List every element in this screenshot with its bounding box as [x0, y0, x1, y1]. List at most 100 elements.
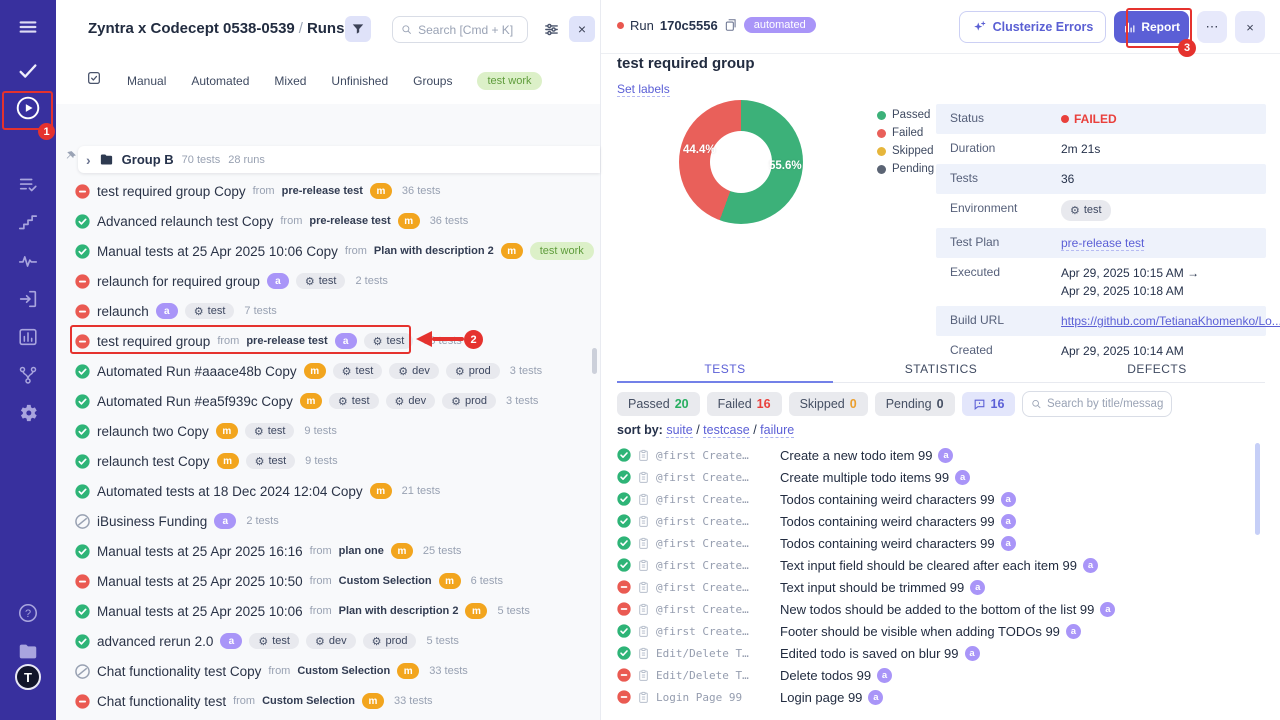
sort-by-testcase[interactable]: testcase — [703, 423, 750, 438]
select-runs-icon[interactable] — [86, 70, 102, 91]
tab-defects[interactable]: DEFECTS — [1049, 357, 1265, 382]
plan-name[interactable]: Plan with description 2 — [374, 245, 494, 257]
test-plan-link[interactable]: pre-release test — [1061, 236, 1144, 251]
sort-by-suite[interactable]: suite — [666, 423, 692, 438]
build-url-link[interactable]: https://github.com/TetianaKhomenko/Lo... — [1061, 314, 1280, 328]
more-button[interactable]: ⋯ — [1197, 11, 1227, 43]
tab-groups[interactable]: Groups — [413, 74, 452, 88]
run-list-item[interactable]: Automated Run #aaace48b Copym⚙test⚙dev⚙p… — [56, 356, 600, 386]
status-passed-icon — [617, 492, 631, 506]
test-list-item[interactable]: @first Create…Create multiple todo items… — [617, 466, 1257, 488]
run-list-item[interactable]: Automated Run #ea5f939c Copym⚙test⚙dev⚙p… — [56, 386, 600, 416]
close-details-button[interactable]: × — [1235, 11, 1265, 43]
plan-name[interactable]: pre-release test — [309, 215, 390, 227]
run-list-item[interactable]: relaunch test Copym⚙test9 tests — [56, 446, 600, 476]
status-failed-icon — [617, 602, 631, 616]
plan-name[interactable]: Plan with description 2 — [339, 605, 459, 617]
run-list-item[interactable]: Chat functionality test CopyfromCustom S… — [56, 656, 600, 686]
plan-name[interactable]: plan one — [339, 545, 384, 557]
environment-chip[interactable]: ⚙test — [249, 633, 299, 649]
tab-statistics[interactable]: STATISTICS — [833, 357, 1049, 382]
environment-chip[interactable]: ⚙test — [185, 303, 235, 319]
environment-chip[interactable]: ⚙prod — [363, 633, 417, 649]
sidebar-item-tests[interactable] — [0, 58, 56, 88]
test-list-item[interactable]: Edit/Delete T…Edited todo is saved on bl… — [617, 642, 1257, 664]
chip-failed[interactable]: Failed 16 — [707, 392, 782, 416]
run-list-item[interactable]: Chat functionality testfromCustom Select… — [56, 686, 600, 716]
clusterize-errors-button[interactable]: Clusterize Errors — [959, 11, 1107, 43]
sidebar-item-reports[interactable] — [0, 324, 56, 354]
chip-skipped[interactable]: Skipped 0 — [789, 392, 868, 416]
tab-tests[interactable]: TESTS — [617, 357, 833, 382]
user-avatar[interactable]: T — [0, 662, 56, 692]
scrollbar-thumb[interactable] — [1255, 443, 1260, 535]
test-list-item[interactable]: Edit/Delete T…Delete todos 99a — [617, 664, 1257, 686]
test-list-item[interactable]: @first Create…Footer should be visible w… — [617, 620, 1257, 642]
sidebar-item-help[interactable]: ? — [0, 600, 56, 630]
set-labels-link[interactable]: Set labels — [617, 82, 670, 97]
run-list-item[interactable]: relaunch two Copym⚙test9 tests — [56, 416, 600, 446]
environment-chip[interactable]: ⚙prod — [442, 393, 496, 409]
sidebar-item-steps[interactable] — [0, 210, 56, 240]
run-list-item[interactable]: Advanced relaunch test Copyfrompre-relea… — [56, 206, 600, 236]
plan-name[interactable]: Custom Selection — [297, 665, 390, 677]
run-list-item[interactable]: Manual tests at 25 Apr 2025 10:06 Copyfr… — [56, 236, 600, 266]
run-list-item[interactable]: Manual tests at 25 Apr 2025 16:16frompla… — [56, 536, 600, 566]
tests-search-input[interactable] — [1047, 398, 1163, 410]
environment-chip[interactable]: ⚙test — [333, 363, 383, 379]
copy-icon[interactable] — [724, 18, 738, 32]
chip-pending[interactable]: Pending 0 — [875, 392, 955, 416]
run-list-item[interactable]: test required group Copyfrompre-release … — [56, 176, 600, 206]
test-list-item[interactable]: @first Create…Todos containing weird cha… — [617, 532, 1257, 554]
run-list-item[interactable]: iBusiness Fundinga2 tests — [56, 506, 600, 536]
filter-button[interactable] — [345, 16, 371, 42]
plan-name[interactable]: pre-release test — [282, 185, 363, 197]
environment-chip[interactable]: ⚙test — [1061, 200, 1111, 221]
tab-automated[interactable]: Automated — [191, 74, 249, 88]
scrollbar-thumb[interactable] — [592, 348, 597, 374]
plan-name[interactable]: Custom Selection — [339, 575, 432, 587]
adjustments-icon[interactable] — [540, 20, 562, 42]
sidebar-item-analytics[interactable] — [0, 248, 56, 278]
test-list-item[interactable]: @first Create…Text input should be trimm… — [617, 576, 1257, 598]
run-mode-badge: m — [216, 423, 238, 439]
sidebar-item-menu[interactable] — [0, 14, 56, 44]
chip-comments[interactable]: 16 — [962, 392, 1016, 416]
test-list-item[interactable]: Login Page 99Login page 99a — [617, 686, 1257, 708]
environment-chip[interactable]: ⚙test — [245, 423, 295, 439]
run-list-item[interactable]: relauncha⚙test7 tests — [56, 296, 600, 326]
environment-chip[interactable]: ⚙dev — [306, 633, 356, 649]
sort-by-failure[interactable]: failure — [760, 423, 794, 438]
run-list-item[interactable]: Manual tests at 25 Apr 2025 10:06fromPla… — [56, 596, 600, 626]
environment-chip[interactable]: ⚙prod — [446, 363, 500, 379]
test-list-item[interactable]: @first Create…New todos should be added … — [617, 598, 1257, 620]
test-list-item[interactable]: @first Create…Todos containing weird cha… — [617, 510, 1257, 532]
environment-chip[interactable]: ⚙dev — [389, 363, 439, 379]
tab-manual[interactable]: Manual — [127, 74, 166, 88]
test-list-item[interactable]: @first Create…Text input field should be… — [617, 554, 1257, 576]
environment-chip[interactable]: ⚙dev — [386, 393, 436, 409]
test-list-item[interactable]: @first Create…Create a new todo item 99a — [617, 444, 1257, 466]
sidebar-item-settings[interactable] — [0, 400, 56, 430]
sidebar-item-test-plans[interactable] — [0, 172, 56, 202]
chip-passed[interactable]: Passed 20 — [617, 392, 700, 416]
sidebar-item-branches[interactable] — [0, 362, 56, 392]
search-input[interactable] — [418, 23, 519, 37]
run-list-item[interactable]: relaunch for required groupa⚙test2 tests — [56, 266, 600, 296]
run-list-item[interactable]: Manual tests at 25 Apr 2025 10:50fromCus… — [56, 566, 600, 596]
run-list-item[interactable]: Automated tests at 18 Dec 2024 12:04 Cop… — [56, 476, 600, 506]
run-list-item[interactable]: advanced rerun 2.0a⚙test⚙dev⚙prod5 tests — [56, 626, 600, 656]
plan-name[interactable]: Custom Selection — [262, 695, 355, 707]
environment-chip[interactable]: ⚙test — [329, 393, 379, 409]
test-list-item[interactable]: @first Create…Todos containing weird cha… — [617, 488, 1257, 510]
environment-chip[interactable]: ⚙test — [296, 273, 346, 289]
close-panel-button[interactable]: × — [569, 16, 595, 42]
tab-mixed[interactable]: Mixed — [274, 74, 306, 88]
tab-unfinished[interactable]: Unfinished — [331, 74, 388, 88]
sidebar-item-import[interactable] — [0, 286, 56, 316]
pin-icon[interactable] — [64, 150, 77, 168]
group-row[interactable]: › Group B 70 tests 28 runs — [78, 146, 600, 173]
chevron-right-icon[interactable]: › — [86, 153, 91, 167]
tag-filter-chip[interactable]: test work — [477, 72, 541, 90]
environment-chip[interactable]: ⚙test — [246, 453, 296, 469]
